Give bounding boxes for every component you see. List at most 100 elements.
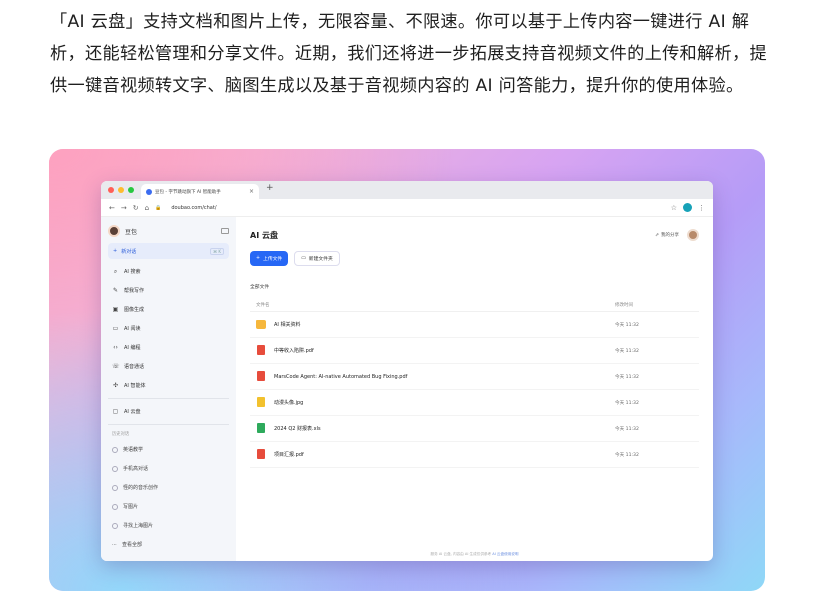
close-window-button[interactable] xyxy=(108,187,114,193)
view-all-history[interactable]: ⋯ 查看全部 xyxy=(108,535,229,554)
code-icon: ‹› xyxy=(113,344,118,351)
home-icon[interactable]: ⌂ xyxy=(145,204,149,212)
file-name: 中等收入陷阱.pdf xyxy=(274,348,314,354)
reload-icon[interactable]: ↻ xyxy=(133,204,139,212)
browser-tab[interactable]: 豆包 - 字节跳动旗下 AI 智能助手 × xyxy=(141,184,259,199)
sidebar-item-label: AI 编程 xyxy=(124,345,141,351)
maximize-window-button[interactable] xyxy=(128,187,134,193)
new-folder-label: 新建文件夹 xyxy=(308,257,333,262)
sidebar-item-label: AI 搜索 xyxy=(124,269,141,275)
upload-file-button[interactable]: + 上传文件 xyxy=(250,251,289,266)
user-avatar[interactable] xyxy=(687,229,699,241)
excel-file-icon xyxy=(256,423,266,434)
table-row[interactable]: MarsCode Agent: AI-native Automated Bug … xyxy=(250,364,699,390)
history-item-label: 英语教学 xyxy=(123,447,144,453)
forward-icon[interactable]: → xyxy=(121,204,127,212)
phone-icon: ☏ xyxy=(112,363,120,370)
profile-avatar[interactable] xyxy=(683,203,692,212)
main-panel: AI 云盘 ⇗ 我的分享 + 上传文件 ▭ 新建文件夹 全部文件 文件名 修改时间 A… xyxy=(236,217,713,561)
agent-icon: ✣ xyxy=(112,382,119,389)
bookmark-star-icon[interactable]: ☆ xyxy=(671,204,677,212)
sidebar-item-ai-cloud[interactable]: ▢ AI 云盘 xyxy=(108,402,229,421)
sidebar-item-voice-call[interactable]: ☏ 语音通话 xyxy=(108,357,229,376)
history-item[interactable]: 写图片 xyxy=(108,497,229,516)
table-row[interactable]: AI 相关资料 今天 11:32 xyxy=(250,312,699,338)
plus-icon: + xyxy=(113,248,118,254)
cloud-icon: ▢ xyxy=(112,408,119,415)
history-item[interactable]: 寻找上海图片 xyxy=(108,516,229,535)
history-item[interactable]: 英语教学 xyxy=(108,440,229,459)
folder-icon xyxy=(256,320,266,329)
tab-title: 豆包 - 字节跳动旗下 AI 智能助手 xyxy=(155,189,221,195)
folder-add-icon: ▭ xyxy=(301,256,306,261)
sidebar-item-label: 语音通话 xyxy=(124,364,145,370)
file-name: MarsCode Agent: AI-native Automated Bug … xyxy=(274,373,408,380)
table-row[interactable]: 项目汇报.pdf 今天 11:32 xyxy=(250,442,699,468)
address-bar: ← → ↻ ⌂ 🔒 doubao.com/chat/ ☆ ⋮ xyxy=(101,199,713,217)
sidebar-item-ai-search[interactable]: ⌕ AI 搜索 xyxy=(108,262,229,281)
history-item[interactable]: 怪的的音乐创作 xyxy=(108,478,229,497)
page-title: AI 云盘 xyxy=(250,230,278,240)
my-share-link[interactable]: ⇗ 我的分享 xyxy=(655,232,679,239)
sidebar-item-writing[interactable]: ✎ 帮我写作 xyxy=(108,281,229,300)
sidebar-item-label: 图像生成 xyxy=(124,307,145,313)
history-item[interactable]: 手机高对话 xyxy=(108,459,229,478)
sidebar-item-label: 帮我写作 xyxy=(124,288,145,294)
upload-label: 上传文件 xyxy=(263,257,283,262)
sidebar-item-ai-agent[interactable]: ✣ AI 智能体 xyxy=(108,376,229,395)
history-item-label: 怪的的音乐创作 xyxy=(123,485,159,491)
lock-icon: 🔒 xyxy=(155,204,162,211)
new-chat-button[interactable]: + 新对话 ⌘ K xyxy=(108,243,229,259)
pdf-file-icon xyxy=(256,345,266,356)
file-time: 今天 11:32 xyxy=(615,374,639,380)
chat-bubble-icon xyxy=(112,503,118,510)
more-icon: ⋯ xyxy=(112,541,117,548)
action-buttons: + 上传文件 ▭ 新建文件夹 xyxy=(250,251,699,266)
sidebar-item-label: AI 阅读 xyxy=(124,326,141,332)
share-icon: ⇗ xyxy=(655,232,659,238)
file-table-header: 文件名 修改时间 xyxy=(250,302,699,312)
table-row[interactable]: 2024 Q2 财报表.xls 今天 11:32 xyxy=(250,416,699,442)
footer-text: 服务 AI 云盘, 内容由 AI 生成仅供参考 xyxy=(430,552,492,556)
app-body: 豆包 + 新对话 ⌘ K ⌕ AI 搜索 ✎ 帮我写作 ▣ 图像生成 ▭ AI 阅读 ‹… xyxy=(101,217,713,561)
collapse-sidebar-icon[interactable] xyxy=(221,228,229,234)
footer-disclaimer: 服务 AI 云盘, 内容由 AI 生成仅供参考 AI 云盘使用说明 xyxy=(236,552,713,557)
minimize-window-button[interactable] xyxy=(118,187,124,193)
browser-window: 豆包 - 字节跳动旗下 AI 智能助手 × + ← → ↻ ⌂ 🔒 doubao… xyxy=(101,181,713,561)
new-tab-icon[interactable]: + xyxy=(266,183,274,193)
app-logo xyxy=(108,225,120,237)
sidebar-divider xyxy=(108,398,229,399)
sidebar: 豆包 + 新对话 ⌘ K ⌕ AI 搜索 ✎ 帮我写作 ▣ 图像生成 ▭ AI 阅读 ‹… xyxy=(101,217,236,561)
back-icon[interactable]: ← xyxy=(109,204,115,212)
sidebar-item-ai-reading[interactable]: ▭ AI 阅读 xyxy=(108,319,229,338)
browser-menu-icon[interactable]: ⋮ xyxy=(698,204,705,212)
main-header: AI 云盘 ⇗ 我的分享 xyxy=(250,227,699,243)
file-time: 今天 11:32 xyxy=(615,322,639,328)
chat-bubble-icon xyxy=(112,446,118,453)
footer-link[interactable]: AI 云盘使用说明 xyxy=(492,552,518,556)
sidebar-item-label: AI 云盘 xyxy=(124,409,141,415)
sidebar-divider xyxy=(108,424,229,425)
column-header-name: 文件名 xyxy=(256,303,270,308)
share-label: 我的分享 xyxy=(661,233,679,238)
file-name: AI 相关资料 xyxy=(274,322,301,328)
sidebar-item-label: AI 智能体 xyxy=(124,383,146,389)
app-name: 豆包 xyxy=(125,228,138,236)
pen-icon: ✎ xyxy=(112,287,119,294)
table-row[interactable]: 中等收入陷阱.pdf 今天 11:32 xyxy=(250,338,699,364)
file-time: 今天 11:32 xyxy=(615,348,639,354)
url-text[interactable]: doubao.com/chat/ xyxy=(171,205,216,211)
shortcut-badge: ⌘ K xyxy=(210,247,224,255)
close-tab-icon[interactable]: × xyxy=(249,188,254,195)
sidebar-item-ai-coding[interactable]: ‹› AI 编程 xyxy=(108,338,229,357)
new-folder-button[interactable]: ▭ 新建文件夹 xyxy=(294,251,340,266)
table-row[interactable]: 动漫头像.jpg 今天 11:32 xyxy=(250,390,699,416)
history-section-label: 历史对话 xyxy=(112,432,130,437)
search-icon: ⌕ xyxy=(113,267,118,275)
sidebar-item-image-gen[interactable]: ▣ 图像生成 xyxy=(108,300,229,319)
chat-bubble-icon xyxy=(112,522,118,529)
all-files-breadcrumb: 全部文件 xyxy=(250,285,270,290)
intro-paragraph: 「AI 云盘」支持文档和图片上传，无限容量、不限速。你可以基于上传内容一键进行 … xyxy=(50,12,767,96)
file-time: 今天 11:32 xyxy=(615,400,639,406)
file-time: 今天 11:32 xyxy=(615,452,639,458)
